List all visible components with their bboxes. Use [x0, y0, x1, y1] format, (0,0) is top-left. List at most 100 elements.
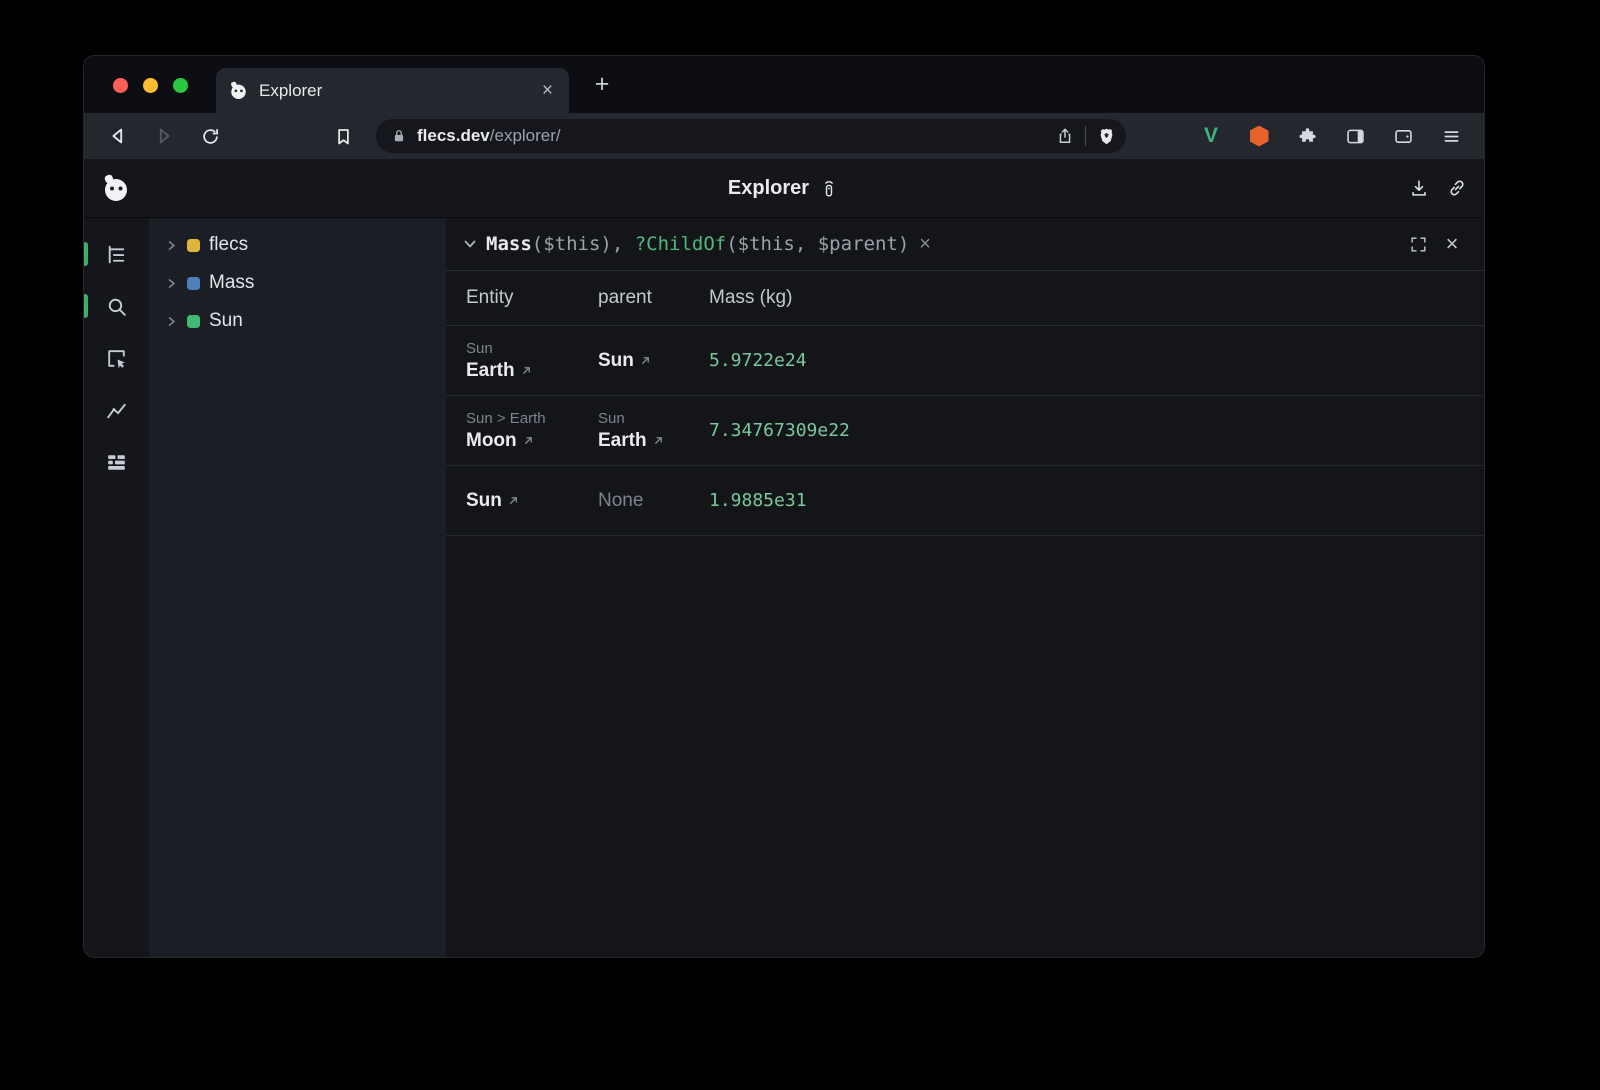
chevron-right-icon[interactable]	[165, 239, 178, 252]
puzzle-icon	[1297, 126, 1318, 147]
copy-link-button[interactable]	[1442, 173, 1472, 203]
tab-favicon-flecs-logo-icon	[228, 80, 249, 101]
page-header-actions	[1404, 173, 1472, 203]
page-title-group: Explorer	[728, 177, 840, 200]
tree-item-label[interactable]: Mass	[209, 272, 254, 294]
chevron-down-icon[interactable]	[462, 236, 478, 252]
entity-name[interactable]: Sun	[466, 490, 502, 512]
entity-link-icon[interactable]	[521, 365, 532, 376]
page-header: Explorer	[84, 159, 1484, 218]
entity-path: Sun	[466, 340, 598, 357]
tree-item-sun[interactable]: Sun	[149, 302, 446, 340]
parent-name[interactable]: Sun	[598, 350, 634, 372]
table-row: Sun > Earth Moon Sun Earth	[446, 396, 1484, 466]
icon-rail	[84, 218, 149, 957]
menu-icon	[1441, 126, 1462, 147]
desktop-background: Explorer × +	[0, 0, 1600, 1090]
forward-icon	[153, 125, 175, 147]
entity-name[interactable]: Moon	[466, 430, 517, 452]
download-button[interactable]	[1404, 173, 1434, 203]
entity-link-icon[interactable]	[508, 495, 519, 506]
url-domain: flecs.dev	[417, 126, 490, 145]
extension-hexagon-button[interactable]	[1241, 118, 1277, 154]
url-path: /explorer/	[490, 126, 561, 145]
new-tab-button[interactable]: +	[586, 68, 618, 100]
column-header-parent[interactable]: parent	[598, 287, 709, 309]
url-text: flecs.dev/explorer/	[417, 126, 1055, 146]
rail-button-charts[interactable]	[97, 390, 137, 430]
extension-vue-devtools-button[interactable]: V	[1193, 118, 1229, 154]
share-icon	[1055, 126, 1075, 146]
traffic-lights	[113, 78, 188, 93]
table-row: Sun Earth Sun	[446, 326, 1484, 396]
brave-shields-button[interactable]	[1096, 126, 1117, 147]
link-icon	[1446, 177, 1468, 199]
rail-button-entity-tree[interactable]	[97, 234, 137, 274]
tab-title: Explorer	[259, 81, 538, 101]
entity-link-icon[interactable]	[523, 435, 534, 446]
bookmark-button[interactable]	[325, 118, 361, 154]
forward-button[interactable]	[146, 118, 182, 154]
close-window-button[interactable]	[113, 78, 128, 93]
zoom-window-button[interactable]	[173, 78, 188, 93]
back-button[interactable]	[100, 118, 136, 154]
address-bar[interactable]: flecs.dev/explorer/	[376, 119, 1126, 153]
stats-icon	[104, 450, 129, 475]
minimize-window-button[interactable]	[143, 78, 158, 93]
rail-button-stats[interactable]	[97, 442, 137, 482]
entity-cell: Sun	[466, 490, 598, 512]
reload-button[interactable]	[192, 118, 228, 154]
query-args: ($this, $parent)	[726, 233, 909, 255]
address-bar-divider	[1085, 126, 1086, 146]
close-panel-button[interactable]: ×	[1438, 230, 1466, 258]
tab-close-icon[interactable]: ×	[538, 79, 557, 102]
parent-cell: None	[598, 490, 709, 512]
reload-icon	[200, 126, 221, 147]
entity-tree-panel: flecs Mass Sun	[149, 218, 446, 957]
parent-name-none: None	[598, 490, 643, 511]
active-indicator	[84, 242, 88, 266]
parent-cell: Sun Earth	[598, 410, 709, 452]
parent-name[interactable]: Earth	[598, 430, 647, 452]
chevron-right-icon[interactable]	[165, 277, 178, 290]
browser-window: Explorer × +	[83, 55, 1485, 958]
parent-cell: Sun	[598, 350, 709, 372]
rail-button-inspector[interactable]	[97, 338, 137, 378]
query-expression[interactable]: Mass($this), ?ChildOf($this, $parent)	[486, 233, 909, 255]
expand-panel-button[interactable]	[1404, 230, 1432, 258]
lock-icon	[390, 127, 408, 145]
tree-item-label[interactable]: Sun	[209, 310, 243, 332]
search-icon	[104, 294, 129, 319]
mass-value: 5.9722e24	[709, 350, 1484, 371]
column-header-mass[interactable]: Mass (kg)	[709, 287, 1484, 309]
entity-color-square	[187, 315, 200, 328]
download-icon	[1408, 177, 1430, 199]
sidebar-toggle-button[interactable]	[1337, 118, 1373, 154]
entity-cell: Sun Earth	[466, 340, 598, 382]
entity-color-square	[187, 277, 200, 290]
entity-name[interactable]: Earth	[466, 360, 515, 382]
entity-link-icon[interactable]	[653, 435, 664, 446]
query-args: ($this),	[532, 233, 635, 255]
menu-button[interactable]	[1433, 118, 1469, 154]
connection-remote-icon[interactable]	[818, 177, 840, 199]
tree-item-flecs[interactable]: flecs	[149, 226, 446, 264]
rail-button-query-search[interactable]	[97, 286, 137, 326]
back-icon	[107, 125, 129, 147]
chart-icon	[104, 398, 129, 423]
query-clear-icon[interactable]: ×	[919, 234, 931, 254]
hexagon-icon	[1250, 126, 1269, 147]
browser-tab-explorer[interactable]: Explorer ×	[216, 68, 569, 113]
flecs-logo[interactable]	[100, 172, 132, 204]
flecs-logo-icon	[100, 172, 132, 204]
fullscreen-icon	[1409, 235, 1428, 254]
extensions-button[interactable]	[1289, 118, 1325, 154]
tree-item-label[interactable]: flecs	[209, 234, 248, 256]
column-header-entity[interactable]: Entity	[466, 287, 598, 309]
chevron-right-icon[interactable]	[165, 315, 178, 328]
wallet-button[interactable]	[1385, 118, 1421, 154]
tab-strip: Explorer × +	[84, 56, 1484, 113]
entity-link-icon[interactable]	[640, 355, 651, 366]
tree-item-mass[interactable]: Mass	[149, 264, 446, 302]
share-button[interactable]	[1055, 126, 1075, 146]
